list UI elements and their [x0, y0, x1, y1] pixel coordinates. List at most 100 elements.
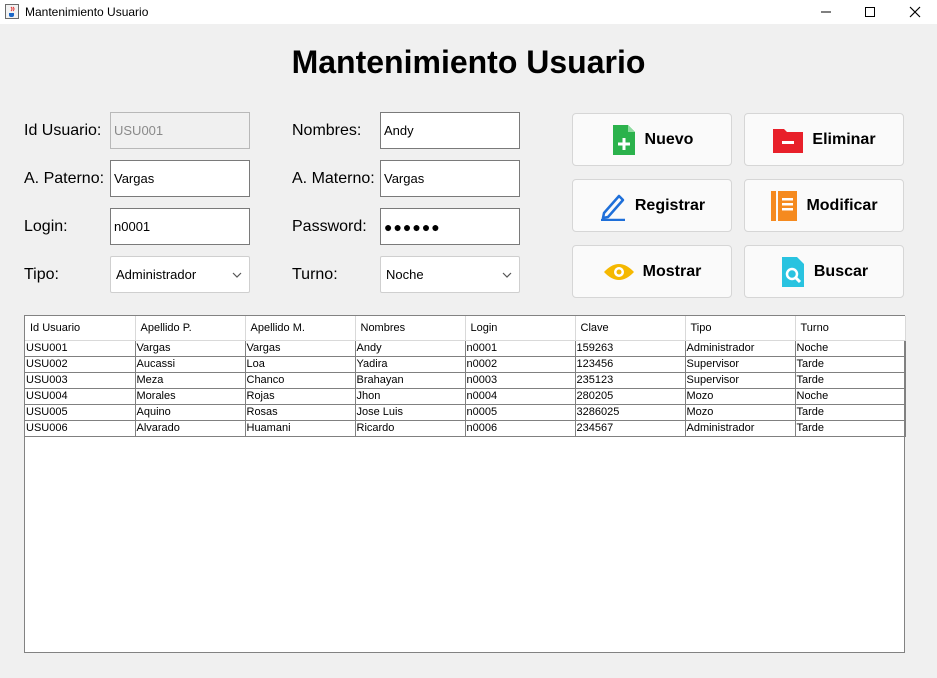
app-window: Mantenimiento Usuario Mantenimiento Usua…	[0, 0, 937, 678]
table-row[interactable]: USU003 Meza Chanco Brahayan n0003 235123 Super…	[25, 372, 906, 389]
login-field[interactable]: n0001	[110, 208, 250, 245]
password-label: Password:	[292, 218, 367, 235]
nuevo-label: Nuevo	[644, 130, 694, 148]
table-cell[interactable]: Tarde	[795, 404, 906, 421]
table-cell[interactable]: n0003	[465, 372, 576, 389]
registrar-label: Registrar	[634, 196, 706, 214]
column-header[interactable]: Id Usuario	[25, 316, 136, 341]
close-button[interactable]	[892, 0, 937, 24]
column-header[interactable]: Apellido M.	[245, 316, 356, 341]
column-header[interactable]: Turno	[795, 316, 906, 341]
modificar-button[interactable]: Modificar	[744, 179, 904, 232]
id-usuario-field: USU001	[110, 112, 250, 149]
table-cell[interactable]: Loa	[245, 356, 356, 373]
column-header[interactable]: Tipo	[685, 316, 796, 341]
mostrar-button[interactable]: Mostrar	[572, 245, 732, 298]
table-cell[interactable]: Ricardo	[355, 420, 466, 437]
table-cell[interactable]: 235123	[575, 372, 686, 389]
table-row[interactable]: USU006 Alvarado Huamani Ricardo n0006 234567 A…	[25, 420, 906, 437]
table-row[interactable]: USU004 Morales Rojas Jhon n0004 280205 Mozo Noc…	[25, 388, 906, 405]
table-row[interactable]: USU002 Aucassi Loa Yadira n0002 123456 Supervi…	[25, 356, 906, 373]
table-cell[interactable]: n0004	[465, 388, 576, 405]
table-cell[interactable]: n0006	[465, 420, 576, 437]
nombres-field[interactable]: Andy	[380, 112, 520, 149]
table-cell[interactable]: Brahayan	[355, 372, 466, 389]
minimize-button[interactable]	[803, 0, 849, 24]
column-header[interactable]: Apellido P.	[135, 316, 246, 341]
table-cell[interactable]: Noche	[795, 340, 906, 357]
table-cell[interactable]: Meza	[135, 372, 246, 389]
table-cell[interactable]: Yadira	[355, 356, 466, 373]
table-cell[interactable]: Mozo	[685, 404, 796, 421]
nuevo-button[interactable]: Nuevo	[572, 113, 732, 166]
column-header[interactable]: Login	[465, 316, 576, 341]
table-cell[interactable]: Noche	[795, 388, 906, 405]
table-cell[interactable]: n0001	[465, 340, 576, 357]
a-materno-field[interactable]: Vargas	[380, 160, 520, 197]
table-cell[interactable]: 123456	[575, 356, 686, 373]
java-cup-icon	[5, 4, 19, 19]
table-cell[interactable]: 159263	[575, 340, 686, 357]
table-cell[interactable]: Vargas	[245, 340, 356, 357]
table-cell[interactable]: Jhon	[355, 388, 466, 405]
eye-icon	[603, 263, 634, 280]
folder-remove-icon	[773, 128, 804, 153]
table-cell[interactable]: Administrador	[685, 340, 796, 357]
new-document-icon	[612, 124, 635, 155]
table-cell[interactable]: USU004	[25, 388, 136, 405]
table-cell[interactable]: Rosas	[245, 404, 356, 421]
table-cell[interactable]: USU002	[25, 356, 136, 373]
table-cell[interactable]: n0002	[465, 356, 576, 373]
table-row[interactable]: USU005 Aquino Rosas Jose Luis n0005 3286025 Mo…	[25, 404, 906, 421]
turno-select[interactable]: Noche	[380, 256, 520, 293]
table-cell[interactable]: Huamani	[245, 420, 356, 437]
table-cell[interactable]: Alvarado	[135, 420, 246, 437]
table-cell[interactable]: Administrador	[685, 420, 796, 437]
registrar-button[interactable]: Registrar	[572, 179, 732, 232]
password-field[interactable]: ●●●●●●	[380, 208, 520, 245]
table-cell[interactable]: Aquino	[135, 404, 246, 421]
modificar-label: Modificar	[806, 196, 878, 214]
table-cell[interactable]: USU006	[25, 420, 136, 437]
chevron-down-icon	[232, 272, 242, 278]
buscar-button[interactable]: Buscar	[744, 245, 904, 298]
table-cell[interactable]: 280205	[575, 388, 686, 405]
table-cell[interactable]: Tarde	[795, 372, 906, 389]
column-header[interactable]: Nombres	[355, 316, 466, 341]
table-cell[interactable]: USU005	[25, 404, 136, 421]
table-cell[interactable]: Morales	[135, 388, 246, 405]
search-document-icon	[781, 256, 804, 287]
tipo-select[interactable]: Administrador	[110, 256, 250, 293]
buscar-label: Buscar	[813, 262, 869, 280]
table-cell[interactable]: 3286025	[575, 404, 686, 421]
maximize-button[interactable]	[847, 0, 893, 24]
column-header[interactable]: Clave	[575, 316, 686, 341]
table-cell[interactable]: Tarde	[795, 356, 906, 373]
table-cell[interactable]: Tarde	[795, 420, 906, 437]
eliminar-label: Eliminar	[812, 130, 876, 148]
table-cell[interactable]: Chanco	[245, 372, 356, 389]
eliminar-button[interactable]: Eliminar	[744, 113, 904, 166]
table-cell[interactable]: Andy	[355, 340, 466, 357]
table-cell[interactable]: Jose Luis	[355, 404, 466, 421]
tipo-label: Tipo:	[24, 266, 59, 283]
nombres-label: Nombres:	[292, 122, 362, 139]
close-icon	[909, 6, 921, 18]
table-row[interactable]: USU001 Vargas Vargas Andy n0001 159263 Adminis…	[25, 340, 906, 357]
usuarios-table[interactable]: Id Usuario Apellido P. Apellido M. Nombres L…	[24, 315, 906, 653]
table-cell[interactable]: Mozo	[685, 388, 796, 405]
table-cell[interactable]: Supervisor	[685, 372, 796, 389]
table-cell[interactable]: USU003	[25, 372, 136, 389]
table-cell[interactable]: 234567	[575, 420, 686, 437]
table-cell[interactable]: Rojas	[245, 388, 356, 405]
table-cell[interactable]: n0005	[465, 404, 576, 421]
table-cell[interactable]: USU001	[25, 340, 136, 357]
table-cell[interactable]: Vargas	[135, 340, 246, 357]
notebook-icon	[771, 190, 798, 221]
minimize-icon	[821, 11, 831, 13]
table-cell[interactable]: Supervisor	[685, 356, 796, 373]
a-paterno-field[interactable]: Vargas	[110, 160, 250, 197]
id-usuario-label: Id Usuario:	[24, 122, 102, 139]
table-cell[interactable]: Aucassi	[135, 356, 246, 373]
page-title: Mantenimiento Usuario	[291, 44, 646, 80]
